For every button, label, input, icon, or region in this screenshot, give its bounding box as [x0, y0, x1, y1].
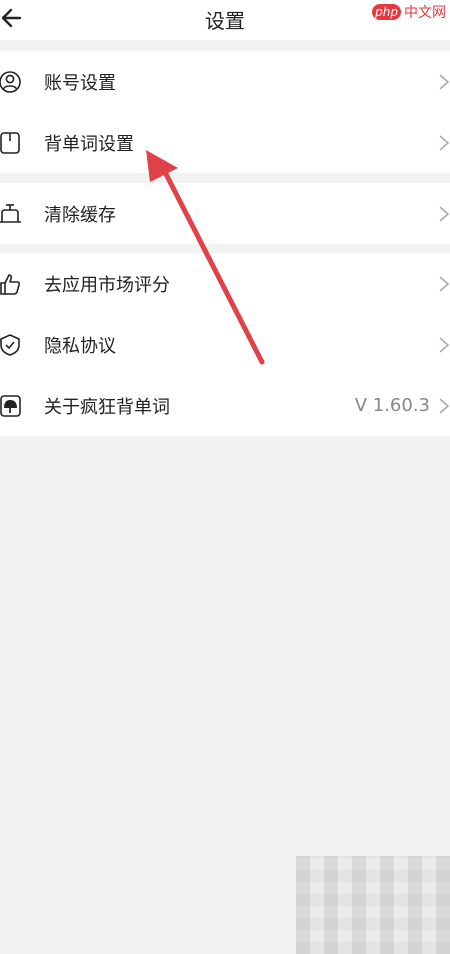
- settings-item-word-study[interactable]: 背单词设置: [0, 112, 450, 173]
- settings-item-rate-app[interactable]: 去应用市场评分: [0, 253, 450, 314]
- chevron-right-icon: [439, 73, 450, 90]
- chevron-right-icon: [439, 336, 450, 353]
- book-icon: [0, 131, 20, 154]
- shield-check-icon: [0, 333, 20, 356]
- settings-group-cache: 清除缓存: [0, 183, 450, 244]
- settings-group-about: 去应用市场评分 隐私协议 关于疯狂背单词 V 1.60.3: [0, 253, 450, 436]
- user-icon: [0, 70, 21, 93]
- watermark-text: 中文网: [404, 5, 446, 21]
- settings-group-account: 账号设置 背单词设置: [0, 51, 450, 173]
- broom-icon: [0, 203, 21, 223]
- blurred-region: [296, 856, 450, 954]
- chevron-right-icon: [439, 134, 450, 151]
- top-bar: 设置 php 中文网: [0, 0, 450, 40]
- settings-item-label: 账号设置: [44, 72, 116, 94]
- settings-item-about[interactable]: 关于疯狂背单词 V 1.60.3: [0, 375, 450, 436]
- chevron-right-icon: [439, 205, 450, 222]
- settings-item-label: 背单词设置: [44, 133, 134, 155]
- settings-item-label: 去应用市场评分: [44, 274, 170, 296]
- watermark-logo: php: [372, 4, 401, 20]
- chevron-right-icon: [439, 275, 450, 292]
- settings-item-label: 清除缓存: [44, 204, 116, 226]
- settings-item-label: 隐私协议: [44, 335, 116, 357]
- chevron-right-icon: [439, 397, 450, 414]
- settings-item-account[interactable]: 账号设置: [0, 51, 450, 112]
- thumbs-up-icon: [0, 273, 21, 295]
- settings-item-clear-cache[interactable]: 清除缓存: [0, 183, 450, 244]
- watermark: php 中文网: [372, 2, 446, 22]
- app-version: V 1.60.3: [354, 395, 430, 416]
- settings-item-privacy[interactable]: 隐私协议: [0, 314, 450, 375]
- app-logo-icon: [0, 394, 21, 417]
- settings-item-label: 关于疯狂背单词: [44, 396, 170, 418]
